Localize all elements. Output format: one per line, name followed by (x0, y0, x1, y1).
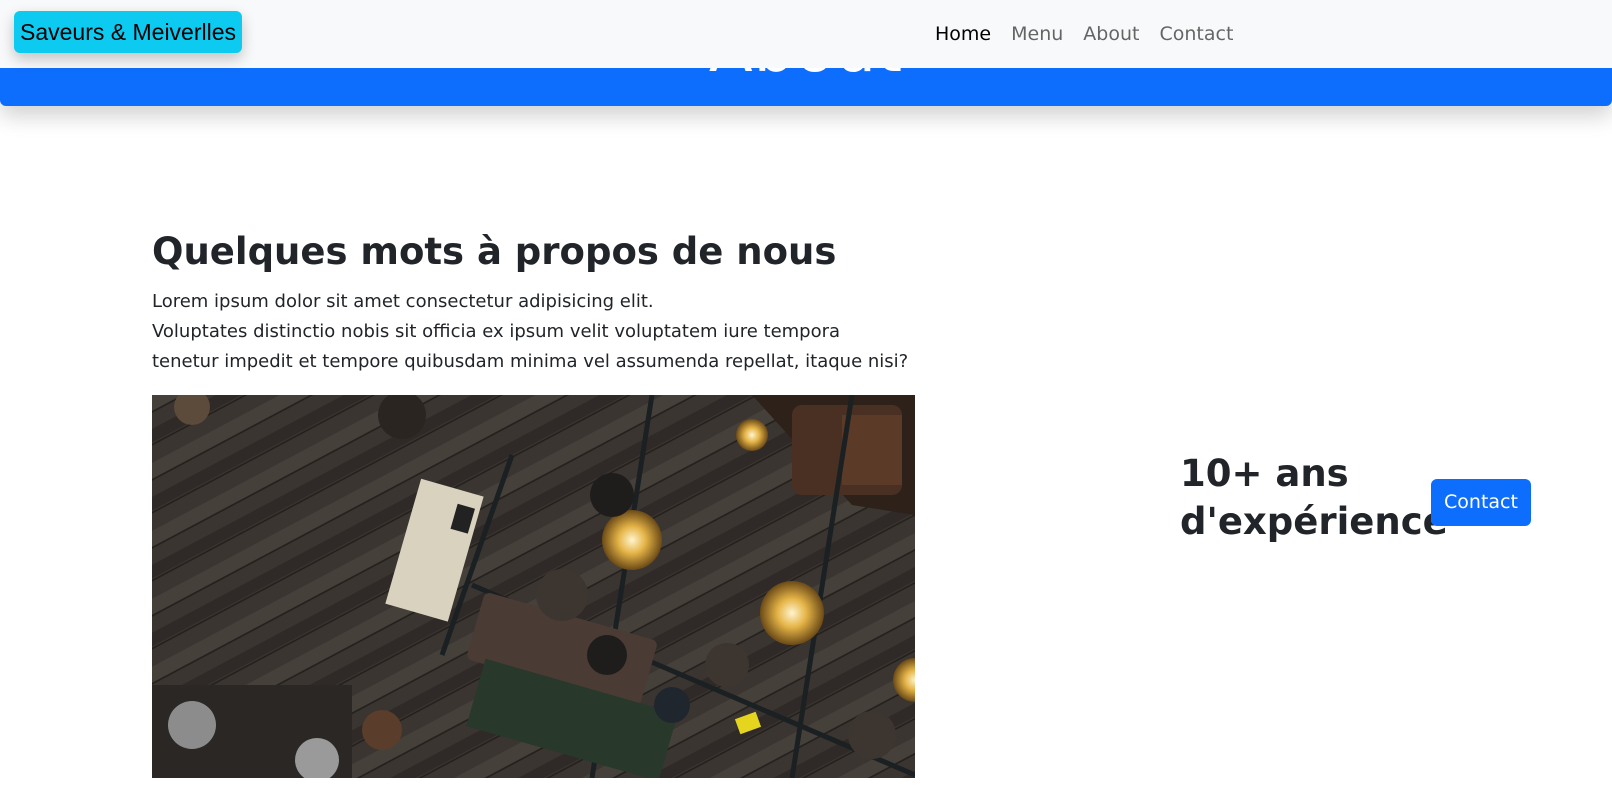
experience-heading: 10+ ans d'expérience (1180, 450, 1448, 546)
contact-button[interactable]: Contact (1431, 479, 1531, 526)
nav-link-menu[interactable]: Menu (1011, 20, 1063, 48)
nav-links: Home Menu About Contact (935, 20, 1233, 48)
about-text-line: Lorem ipsum dolor sit amet consectetur a… (152, 291, 654, 312)
nav-link-contact[interactable]: Contact (1159, 20, 1233, 48)
experience-line: 10+ ans (1180, 452, 1349, 495)
about-description: Lorem ipsum dolor sit amet consectetur a… (152, 287, 912, 377)
about-text-line: tenetur impedit et tempore quibusdam min… (152, 351, 909, 372)
nav-link-about[interactable]: About (1083, 20, 1139, 48)
about-heading: Quelques mots à propos de nous (152, 230, 837, 273)
about-text-line: Voluptates distinctio nobis sit officia … (152, 321, 841, 342)
navbar: Saveurs & Meiverlles Home Menu About Con… (0, 0, 1612, 68)
nav-link-home[interactable]: Home (935, 20, 991, 48)
brand-logo-link[interactable]: Saveurs & Meiverlles (14, 11, 243, 53)
restaurant-photo (152, 395, 915, 778)
experience-line: d'expérience (1180, 500, 1448, 543)
